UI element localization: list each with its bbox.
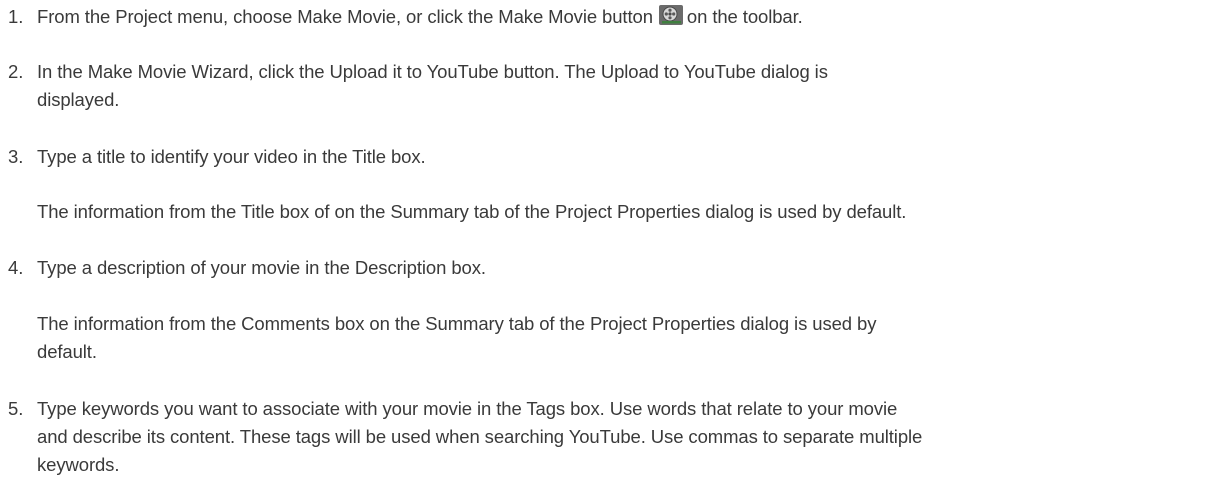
step-number: 1.	[8, 6, 24, 27]
step-number: 3.	[8, 146, 24, 167]
step-text-part: on the toolbar.	[686, 6, 803, 27]
step-number: 5.	[8, 398, 24, 419]
step-number: 4.	[8, 257, 24, 278]
step-text-line: In the Make Movie Wizard, click the Uplo…	[37, 61, 828, 82]
step-text-line: displayed.	[37, 89, 120, 110]
step-4-note: The information from the Comments box on…	[37, 310, 1222, 366]
step-text-part: From the Project menu, choose Make Movie…	[37, 6, 653, 27]
step-text: From the Project menu, choose Make Movie…	[37, 3, 1220, 31]
step-3-note: The information from the Title box of on…	[37, 201, 907, 222]
film-reel-icon	[658, 5, 683, 25]
step-2: 2. In the Make Movie Wizard, click the U…	[0, 58, 1220, 114]
step-text-line: keywords.	[37, 454, 120, 475]
step-number: 2.	[8, 61, 24, 82]
step-text-line: and describe its content. These tags wil…	[37, 426, 923, 447]
document-page: 1. From the Project menu, choose Make Mo…	[0, 0, 1228, 495]
note-line: The information from the Comments box on…	[37, 313, 877, 334]
note-line: default.	[37, 341, 97, 362]
step-text: Type a description of your movie in the …	[37, 257, 486, 278]
step-5: 5. Type keywords you want to associate w…	[0, 395, 1220, 479]
step-3: 3. Type a title to identify your video i…	[0, 143, 1220, 171]
step-1: 1. From the Project menu, choose Make Mo…	[0, 3, 1220, 31]
step-text-line: Type keywords you want to associate with…	[37, 398, 898, 419]
step-4: 4. Type a description of your movie in t…	[0, 254, 1220, 282]
step-text: Type a title to identify your video in t…	[37, 146, 426, 167]
